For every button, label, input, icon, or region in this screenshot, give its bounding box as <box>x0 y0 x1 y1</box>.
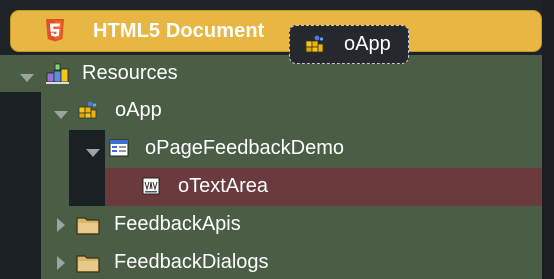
resources-icon <box>45 63 71 90</box>
document-title: HTML5 Document <box>93 20 265 42</box>
app-icon <box>78 101 98 124</box>
tree-item-feedbackapis[interactable]: FeedbackApis <box>41 206 542 244</box>
chevron-down-icon[interactable] <box>86 145 100 163</box>
document-header[interactable]: HTML5 Document <box>10 10 542 52</box>
project-tree-panel: HTML5 Document oApp Resources oApp oPage… <box>0 0 554 279</box>
folder-icon <box>76 215 100 240</box>
tree-item-label: FeedbackApis <box>114 213 241 235</box>
panel-edge <box>542 0 554 279</box>
tree-item-resources[interactable]: Resources <box>0 55 542 93</box>
tree-item-oapp[interactable]: oApp <box>41 92 542 130</box>
drag-preview-label: oApp <box>344 33 391 55</box>
textarea-icon <box>142 177 160 200</box>
tree-item-label: oApp <box>115 99 162 121</box>
tree-item-label: oTextArea <box>178 175 269 197</box>
tree-item-label: Resources <box>82 62 178 84</box>
tree-item-feedbackdialogs[interactable]: FeedbackDialogs <box>41 244 542 279</box>
chevron-right-icon[interactable] <box>57 256 66 275</box>
chevron-down-icon[interactable] <box>20 70 34 88</box>
folder-icon <box>76 253 100 278</box>
tree-item-label: oPageFeedbackDemo <box>145 137 345 159</box>
tree-item-label: FeedbackDialogs <box>114 251 269 273</box>
chevron-right-icon[interactable] <box>57 218 66 237</box>
html5-icon <box>45 19 65 48</box>
chevron-down-icon[interactable] <box>54 107 68 125</box>
tree-indent-gutter <box>0 92 41 279</box>
page-icon <box>109 139 129 162</box>
tree-item-opagefeedbackdemo[interactable]: oPageFeedbackDemo <box>69 130 542 168</box>
app-icon <box>305 35 325 58</box>
drag-preview-tag: oApp <box>289 25 409 64</box>
tree-item-otextarea[interactable]: oTextArea <box>105 168 542 206</box>
